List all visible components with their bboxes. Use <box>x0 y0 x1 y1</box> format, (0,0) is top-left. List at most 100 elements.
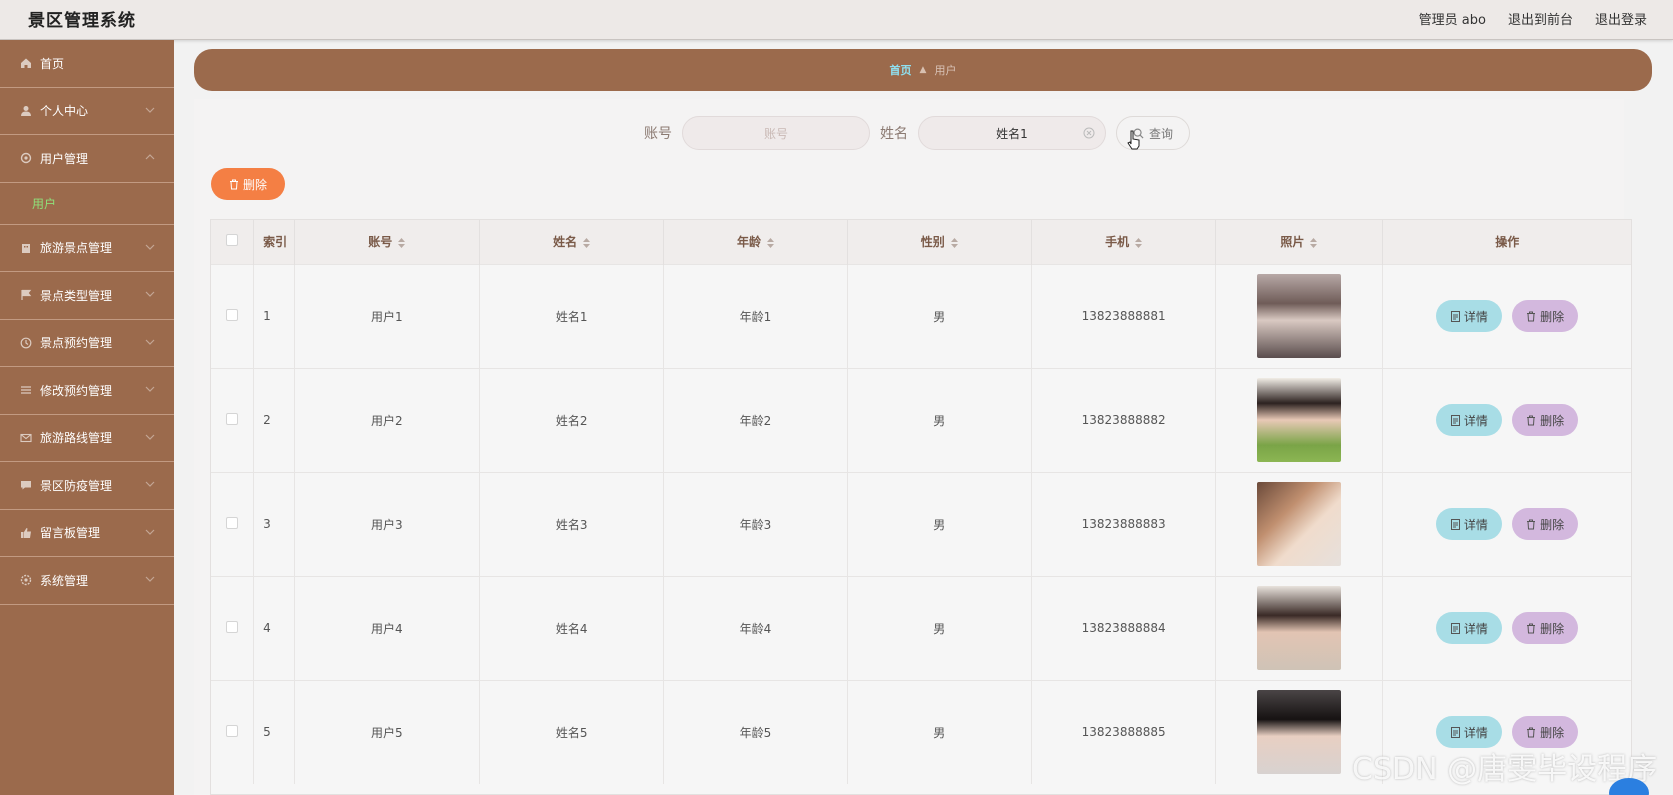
account-search-input[interactable]: 账号 <box>682 116 870 150</box>
sidebar-item-home[interactable]: 首页 <box>0 40 174 88</box>
header-label: 姓名 <box>553 235 578 250</box>
user-photo[interactable] <box>1256 378 1341 462</box>
breadcrumb-home[interactable]: 首页 <box>890 62 912 78</box>
sidebar-item-reservations[interactable]: 景点预约管理 <box>0 320 174 367</box>
user-photo[interactable] <box>1256 690 1341 775</box>
hand-cursor-icon <box>1127 130 1140 150</box>
back-to-frontend-link[interactable]: 退出到前台 <box>1508 9 1573 28</box>
batch-delete-button[interactable]: 删除 <box>211 168 285 200</box>
select-all-checkbox[interactable] <box>226 234 239 247</box>
user-photo[interactable] <box>1256 586 1341 670</box>
trash-icon <box>1527 311 1536 321</box>
top-header: 景区管理系统 管理员 abo 退出到前台 退出登录 <box>0 0 1673 40</box>
logout-link[interactable]: 退出登录 <box>1595 9 1647 28</box>
row-delete-button[interactable]: 删除 <box>1512 300 1579 332</box>
row-checkbox[interactable] <box>226 620 239 633</box>
chevron-down-icon <box>145 576 155 582</box>
sort-icon[interactable] <box>583 237 591 248</box>
clear-icon[interactable] <box>1083 127 1095 139</box>
row-delete-label: 删除 <box>1540 725 1565 740</box>
user-photo[interactable] <box>1256 274 1341 358</box>
sidebar-item-modify-reservations[interactable]: 修改预约管理 <box>0 367 174 415</box>
sort-icon[interactable] <box>950 237 958 248</box>
chevron-down-icon <box>145 386 155 392</box>
detail-button[interactable]: 详情 <box>1436 612 1503 644</box>
row-account: 用户3 <box>294 471 481 576</box>
row-name: 姓名5 <box>479 679 665 784</box>
building-icon <box>19 241 33 255</box>
mail-icon <box>19 431 33 445</box>
document-icon <box>1450 622 1460 634</box>
sidebar-item-message-board[interactable]: 留言板管理 <box>0 510 174 557</box>
row-phone: 13823888884 <box>1031 575 1217 680</box>
chevron-down-icon <box>145 291 155 297</box>
row-name: 姓名1 <box>479 263 665 368</box>
sort-icon[interactable] <box>1310 237 1318 248</box>
row-age: 年龄2 <box>663 367 848 472</box>
sidebar-item-epidemic[interactable]: 景区防疫管理 <box>0 462 174 510</box>
header-label: 照片 <box>1280 235 1305 250</box>
search-form: 账号 账号 姓名 姓名1 查询 <box>644 116 1190 150</box>
row-phone: 13823888883 <box>1031 471 1217 576</box>
sort-icon[interactable] <box>1135 237 1143 248</box>
trash-icon <box>1527 519 1536 529</box>
document-icon <box>1450 726 1460 738</box>
header-name[interactable]: 姓名 <box>479 220 665 264</box>
sort-icon[interactable] <box>398 237 406 248</box>
sidebar-item-user-management[interactable]: 用户管理 <box>0 135 174 183</box>
header-index: 索引 <box>253 220 295 264</box>
row-select-cell[interactable] <box>211 367 255 472</box>
row-delete-button[interactable]: 删除 <box>1512 612 1579 644</box>
sidebar-item-label: 旅游景点管理 <box>40 241 113 256</box>
row-age: 年龄3 <box>663 471 848 576</box>
row-age: 年龄1 <box>663 263 848 368</box>
chevron-down-icon <box>145 339 155 345</box>
row-checkbox[interactable] <box>226 516 239 529</box>
query-button[interactable]: 查询 <box>1116 116 1190 150</box>
detail-label: 详情 <box>1463 725 1488 740</box>
row-delete-label: 删除 <box>1540 309 1565 324</box>
header-gender[interactable]: 性别 <box>847 220 1032 264</box>
row-gender: 男 <box>847 471 1032 576</box>
sidebar-item-attractions[interactable]: 旅游景点管理 <box>0 225 174 272</box>
clock-icon <box>19 336 33 350</box>
detail-label: 详情 <box>1463 621 1488 636</box>
watermark: CSDN @唐雯毕设程序 <box>1352 752 1658 787</box>
detail-button[interactable]: 详情 <box>1436 300 1503 332</box>
header-age[interactable]: 年龄 <box>663 220 848 264</box>
breadcrumb: 首页 ▲ 用户 <box>194 49 1652 91</box>
row-checkbox[interactable] <box>226 412 239 425</box>
row-select-cell[interactable] <box>211 263 255 368</box>
chevron-down-icon <box>145 434 155 440</box>
sidebar-item-attraction-types[interactable]: 景点类型管理 <box>0 272 174 320</box>
row-select-cell[interactable] <box>211 471 255 576</box>
row-age: 年龄5 <box>663 679 848 784</box>
sidebar-item-system[interactable]: 系统管理 <box>0 557 174 605</box>
user-photo[interactable] <box>1256 482 1341 566</box>
sidebar-item-label: 景点类型管理 <box>40 288 113 303</box>
sidebar: 首页 个人中心 用户管理 用户 旅游景点管理 景点类型管理 景点预约管理 修改预… <box>0 40 174 795</box>
detail-button[interactable]: 详情 <box>1436 404 1503 436</box>
name-search-input[interactable]: 姓名1 <box>918 116 1106 150</box>
sidebar-subitem-users[interactable]: 用户 <box>0 183 174 225</box>
sidebar-item-personal-center[interactable]: 个人中心 <box>0 88 174 135</box>
row-checkbox[interactable] <box>226 724 239 737</box>
row-delete-button[interactable]: 删除 <box>1512 508 1579 540</box>
document-icon <box>1450 310 1460 322</box>
row-select-cell[interactable] <box>211 575 255 680</box>
row-account: 用户2 <box>294 367 481 472</box>
header-phone[interactable]: 手机 <box>1031 220 1217 264</box>
row-delete-button[interactable]: 删除 <box>1512 404 1579 436</box>
header-account[interactable]: 账号 <box>294 220 481 264</box>
admin-user-label[interactable]: 管理员 abo <box>1419 9 1486 28</box>
sort-icon[interactable] <box>766 237 774 248</box>
row-checkbox[interactable] <box>226 308 239 321</box>
select-all-cell[interactable] <box>211 220 255 264</box>
row-actions: 详情 删除 <box>1382 575 1631 680</box>
row-select-cell[interactable] <box>211 679 255 784</box>
sidebar-item-routes[interactable]: 旅游路线管理 <box>0 415 174 462</box>
user-icon <box>19 104 33 118</box>
header-photo[interactable]: 照片 <box>1215 220 1383 264</box>
row-gender: 男 <box>847 575 1032 680</box>
detail-button[interactable]: 详情 <box>1436 508 1503 540</box>
